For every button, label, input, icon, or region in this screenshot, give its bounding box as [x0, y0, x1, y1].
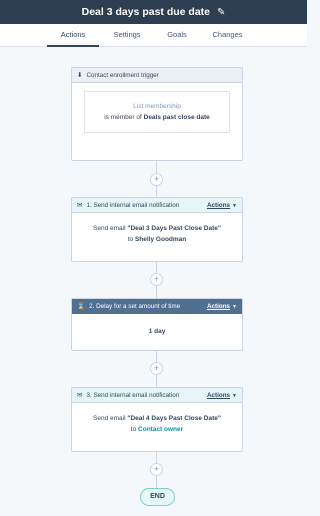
tab-actions[interactable]: Actions	[47, 24, 99, 47]
workflow-header: Deal 3 days past due date ✎	[0, 0, 307, 24]
step-1-card[interactable]: ✉ 1. Send internal email notification Ac…	[71, 197, 243, 262]
step-3-email-name: "Deal 4 Days Past Close Date"	[127, 415, 221, 422]
criteria-prefix: is member of	[104, 114, 142, 121]
hourglass-icon: ⌛	[77, 303, 86, 310]
step-3-card[interactable]: ✉ 3. Send internal email notification Ac…	[71, 387, 243, 452]
trigger-filter-box[interactable]: List membership is member of Deals past …	[84, 91, 230, 133]
caret-down-icon: ▼	[232, 392, 237, 399]
tab-settings[interactable]: Settings	[106, 24, 148, 47]
step-3-recipient-link[interactable]: Contact owner	[138, 426, 183, 433]
caret-down-icon: ▼	[232, 303, 237, 310]
delay-value: 1 day	[148, 328, 166, 335]
trigger-title: Contact enrollment trigger	[86, 71, 159, 79]
step-1-to-prefix: to	[127, 236, 134, 243]
tab-bar: Actions Settings Goals Changes	[0, 24, 307, 47]
tab-goals[interactable]: Goals	[158, 24, 196, 47]
step-2-actions-button[interactable]: Actions ▼	[207, 303, 237, 310]
add-action-button[interactable]: +	[150, 362, 163, 375]
caret-down-icon: ▼	[232, 202, 237, 209]
download-icon: ⬇	[77, 72, 83, 79]
step-1-email-name: "Deal 3 Days Past Close Date"	[127, 225, 221, 232]
pencil-icon[interactable]: ✎	[217, 7, 225, 18]
add-action-button[interactable]: +	[150, 463, 163, 476]
step-3-title: 3. Send internal email notification	[86, 391, 180, 399]
step-1-send-prefix: Send email	[93, 225, 126, 232]
criteria-value: Deals past close date	[143, 114, 210, 121]
enrollment-trigger-card[interactable]: ⬇ Contact enrollment trigger List member…	[71, 67, 243, 161]
filter-type: List membership	[133, 103, 181, 110]
add-action-button[interactable]: +	[150, 273, 163, 286]
end-node: END	[140, 488, 175, 506]
step-1-recipient: Shelly Goodman	[134, 236, 187, 243]
step-3-to-prefix: to	[130, 426, 137, 433]
step-1-actions-button[interactable]: Actions ▼	[207, 202, 237, 209]
step-3-send-prefix: Send email	[93, 415, 126, 422]
step-3-actions-button[interactable]: Actions ▼	[207, 392, 237, 399]
tab-changes[interactable]: Changes	[205, 24, 250, 47]
step-1-title: 1. Send internal email notification	[86, 201, 180, 209]
workflow-canvas: ⬇ Contact enrollment trigger List member…	[0, 47, 307, 516]
envelope-icon: ✉	[77, 202, 83, 209]
add-action-button[interactable]: +	[150, 173, 163, 186]
envelope-icon: ✉	[77, 392, 83, 399]
workflow-title: Deal 3 days past due date	[81, 6, 210, 18]
step-2-title: 2. Delay for a set amount of time	[89, 302, 181, 310]
step-2-card[interactable]: ⌛ 2. Delay for a set amount of time Acti…	[71, 298, 243, 351]
